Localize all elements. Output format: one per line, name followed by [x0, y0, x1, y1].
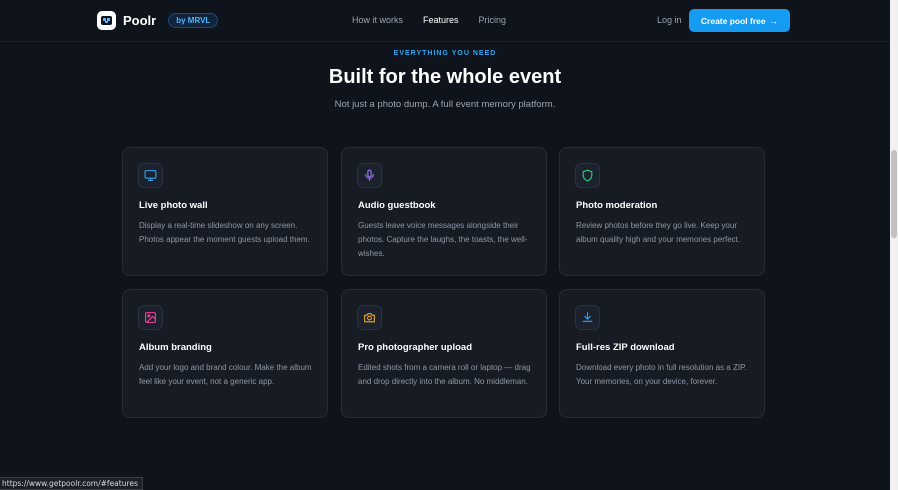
- scrollbar-thumb[interactable]: [891, 150, 897, 238]
- logo-text: Poolr: [123, 13, 157, 28]
- logo[interactable]: Poolr by MRVL: [97, 11, 219, 30]
- feature-description: Guests leave voice messages alongside th…: [358, 221, 528, 258]
- link-status-bar: https://www.getpoolr.com/#features: [0, 477, 143, 490]
- feature-card-photo-moderation: Photo moderation Review photos before th…: [559, 147, 765, 276]
- feature-title: Live photo wall: [139, 200, 208, 211]
- nav-links: How it works Features Pricing: [352, 15, 526, 25]
- image-icon: [138, 305, 163, 330]
- section-title: Built for the whole event: [328, 66, 562, 88]
- microphone-icon: [357, 163, 382, 188]
- camera-icon: [357, 305, 382, 330]
- section-subtitle: Not just a photo dump. A full event memo…: [334, 99, 556, 110]
- section-eyebrow: EVERYTHING YOU NEED: [393, 50, 497, 57]
- mrvl-badge: by MRVL: [168, 13, 219, 28]
- logo-icon: [97, 11, 116, 30]
- download-icon: [575, 305, 600, 330]
- feature-description: Add your logo and brand colour. Make the…: [139, 363, 312, 386]
- feature-title: Album branding: [139, 342, 212, 353]
- nav-link-features[interactable]: Features: [423, 15, 459, 25]
- feature-description: Review photos before they go live. Keep …: [576, 221, 741, 244]
- nav-link-pricing[interactable]: Pricing: [479, 15, 507, 25]
- page-scrollbar[interactable]: [890, 0, 898, 490]
- create-pool-button[interactable]: Create pool free →: [689, 9, 790, 32]
- feature-title: Full-res ZIP download: [576, 342, 675, 353]
- feature-card-live-photo-wall: Live photo wall Display a real-time slid…: [122, 147, 328, 276]
- shield-icon: [575, 163, 600, 188]
- login-link[interactable]: Log in: [657, 15, 682, 25]
- arrow-right-icon: →: [769, 15, 779, 26]
- feature-card-album-branding: Album branding Add your logo and brand c…: [122, 289, 328, 418]
- feature-card-pro-photographer-upload: Pro photographer upload Edited shots fro…: [341, 289, 547, 418]
- feature-description: Download every photo in full resolution …: [576, 363, 747, 386]
- feature-card-audio-guestbook: Audio guestbook Guests leave voice messa…: [341, 147, 547, 276]
- feature-description: Edited shots from a camera roll or lapto…: [358, 363, 531, 386]
- feature-title: Pro photographer upload: [358, 342, 472, 353]
- feature-card-full-res-zip-download: Full-res ZIP download Download every pho…: [559, 289, 765, 418]
- create-pool-label: Create pool free: [700, 15, 766, 26]
- feature-title: Photo moderation: [576, 200, 658, 211]
- feature-description: Display a real-time slideshow on any scr…: [139, 221, 310, 244]
- monitor-icon: [138, 163, 163, 188]
- top-nav: Poolr by MRVL How it works Features Pric…: [0, 0, 890, 42]
- nav-link-how-it-works[interactable]: How it works: [352, 15, 403, 25]
- feature-title: Audio guestbook: [358, 200, 436, 211]
- features-grid: Live photo wall Display a real-time slid…: [122, 147, 766, 419]
